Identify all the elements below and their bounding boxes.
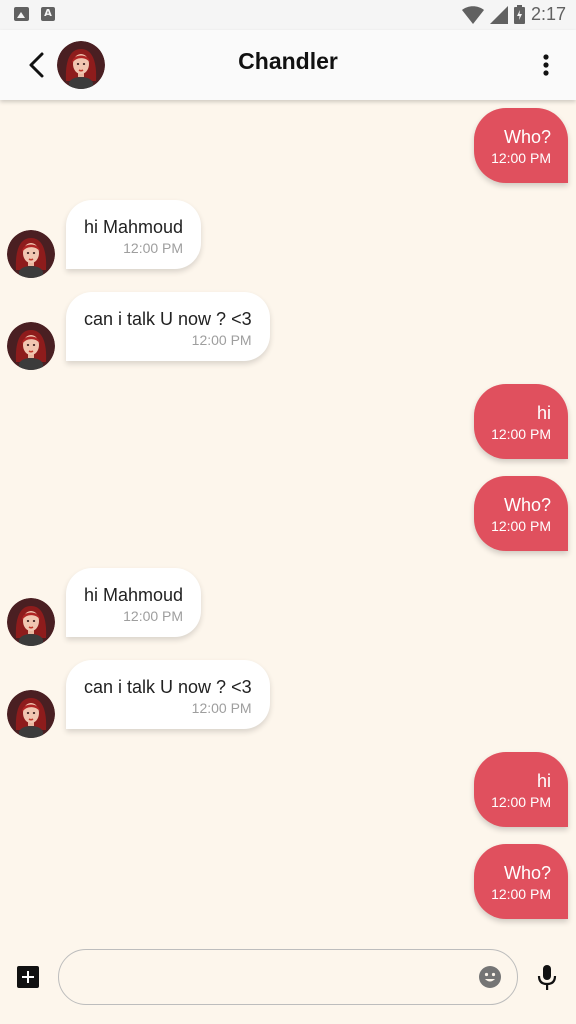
message-text: hi Mahmoud: [84, 585, 184, 605]
outgoing-message[interactable]: hi 12:00 PM: [474, 752, 568, 827]
message-input-box[interactable]: [58, 949, 518, 1005]
message-input[interactable]: [79, 962, 473, 994]
incoming-message[interactable]: can i talk U now ? <3 12:00 PM: [66, 292, 270, 361]
clock: 2:17: [530, 4, 566, 24]
message-time: 12:00 PM: [491, 794, 551, 810]
sender-avatar[interactable]: [7, 598, 55, 646]
message-text: can i talk U now ? <3: [84, 309, 252, 329]
message-text: can i talk U now ? <3: [84, 677, 252, 697]
chat-header: Chandler: [0, 30, 576, 100]
message-time: 12:00 PM: [191, 332, 252, 348]
outgoing-message[interactable]: Who? 12:00 PM: [474, 844, 568, 919]
message-time: 12:00 PM: [123, 240, 184, 256]
incoming-message[interactable]: hi Mahmoud 12:00 PM: [66, 200, 202, 269]
contact-name: Chandler: [238, 48, 338, 74]
message-time: 12:00 PM: [491, 518, 551, 534]
wifi-icon: [461, 5, 484, 24]
status-bar: A 2:17: [0, 0, 576, 30]
outgoing-message[interactable]: hi 12:00 PM: [474, 384, 568, 459]
battery-icon: [513, 5, 525, 24]
mic-icon[interactable]: [537, 964, 557, 992]
message-time: 12:00 PM: [491, 150, 551, 166]
more-vert-icon[interactable]: [534, 50, 558, 80]
sender-avatar[interactable]: [7, 230, 55, 278]
sender-avatar[interactable]: [7, 690, 55, 738]
emoji-icon[interactable]: [478, 965, 502, 989]
incoming-message[interactable]: hi Mahmoud 12:00 PM: [66, 568, 202, 637]
incoming-message[interactable]: can i talk U now ? <3 12:00 PM: [66, 660, 270, 729]
sender-avatar[interactable]: [7, 322, 55, 370]
signal-icon: [489, 5, 508, 24]
message-text: hi: [536, 403, 551, 423]
image-icon: [14, 7, 29, 21]
a-icon: A: [41, 7, 55, 21]
message-text: Who?: [503, 863, 551, 883]
composer-bar: [0, 928, 576, 1024]
message-text: Who?: [503, 495, 551, 515]
outgoing-message[interactable]: Who? 12:00 PM: [474, 476, 568, 551]
message-text: hi Mahmoud: [84, 217, 184, 237]
outgoing-message[interactable]: Who? 12:00 PM: [474, 108, 568, 183]
message-text: Who?: [503, 127, 551, 147]
message-time: 12:00 PM: [191, 700, 252, 716]
message-time: 12:00 PM: [491, 426, 551, 442]
message-time: 12:00 PM: [491, 886, 551, 902]
message-time: 12:00 PM: [123, 608, 184, 624]
add-box-icon[interactable]: [17, 966, 39, 988]
message-text: hi: [536, 771, 551, 791]
